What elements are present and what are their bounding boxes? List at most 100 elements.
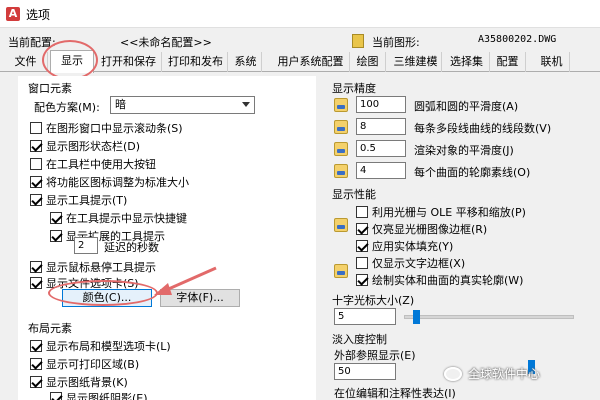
contour-lines-label: 每个曲面的轮廓素线(O) [414, 166, 531, 179]
resolution-icon [334, 120, 348, 134]
checkbox-solid-fill[interactable]: 应用实体填充(Y) [356, 238, 453, 254]
checkbox-box [30, 158, 42, 170]
tab-plot-publish[interactable]: 打印和发布 [164, 52, 228, 72]
current-drawing-label: 当前图形: [372, 36, 420, 49]
checkbox-label: 显示图形状态栏(D) [46, 140, 141, 153]
crosshair-size-input[interactable]: 5 [334, 308, 396, 325]
resolution-icon [334, 98, 348, 112]
checkbox-paper-shadow[interactable]: 显示图纸阴影(E) [50, 390, 148, 400]
render-smoothness-input[interactable]: 0.5 [356, 140, 406, 157]
annotation-ellipse [48, 280, 158, 306]
resolution-icon [334, 142, 348, 156]
watermark: 全球软件中心 [444, 365, 540, 382]
checkbox-raster-ole[interactable]: 利用光栅与 OLE 平移和缩放(P) [356, 204, 526, 220]
fade-control-title: 淡入度控制 [332, 333, 387, 346]
arc-smoothness-input[interactable]: 100 [356, 96, 406, 113]
display-resolution-title: 显示精度 [332, 82, 376, 95]
annotation-arrow-icon [154, 266, 217, 295]
checkbox-label: 显示布局和模型选项卡(L) [46, 340, 171, 353]
checkbox-label: 在工具提示中显示快捷键 [66, 212, 187, 225]
checkbox-text-frame[interactable]: 仅显示文字边框(X) [356, 255, 465, 271]
title-bar: A 选项 [0, 0, 600, 28]
checkbox-label: 利用光栅与 OLE 平移和缩放(P) [372, 206, 526, 219]
checkbox-box [30, 194, 42, 206]
tab-3d-modeling[interactable]: 三维建模 [390, 52, 442, 72]
resolution-icon [334, 164, 348, 178]
checkbox-box [30, 277, 42, 289]
tab-selection[interactable]: 选择集 [444, 52, 490, 72]
checkbox-box [356, 257, 368, 269]
tab-drafting[interactable]: 绘图 [350, 52, 386, 72]
tab-user-preferences[interactable]: 用户系统配置 [272, 52, 350, 72]
checkbox-label: 仅显示文字边框(X) [372, 257, 466, 270]
checkbox-show-status-bar[interactable]: 显示图形状态栏(D) [30, 138, 140, 154]
checkbox-raster-frame[interactable]: 仅亮显光栅图像边框(R) [356, 221, 487, 237]
checkbox-box [30, 122, 42, 134]
checkbox-label: 将功能区图标调整为标准大小 [46, 176, 189, 189]
checkbox-box [50, 230, 62, 242]
checkbox-label: 应用实体填充(Y) [372, 240, 454, 253]
checkbox-rollover-tooltips[interactable]: 显示鼠标悬停工具提示 [30, 259, 156, 275]
xref-display-input[interactable]: 50 [334, 363, 396, 380]
window-title: 选项 [26, 8, 51, 22]
checkbox-label: 仅亮显光栅图像边框(R) [372, 223, 488, 236]
xref-display-label: 外部参照显示(E) [334, 349, 416, 362]
checkbox-show-tooltips[interactable]: 显示工具提示(T) [30, 192, 127, 208]
contour-lines-input[interactable]: 4 [356, 162, 406, 179]
checkbox-box [30, 261, 42, 273]
checkbox-true-silhouettes[interactable]: 绘制实体和曲面的真实轮廓(W) [356, 272, 523, 288]
color-scheme-label: 配色方案(M): [34, 101, 100, 114]
checkbox-box [356, 274, 368, 286]
drawing-file-icon [352, 34, 364, 48]
checkbox-label: 显示鼠标悬停工具提示 [46, 261, 156, 274]
checkbox-box [30, 340, 42, 352]
checkbox-box [356, 240, 368, 252]
performance-icon [334, 264, 348, 278]
polyline-segments-label: 每条多段线曲线的线段数(V) [414, 122, 552, 135]
checkbox-tooltip-shortcuts[interactable]: 在工具提示中显示快捷键 [50, 210, 187, 226]
checkbox-box [30, 176, 42, 188]
tab-profiles[interactable]: 配置 [490, 52, 526, 72]
color-scheme-value: 暗 [115, 98, 126, 111]
app-icon: A [6, 7, 20, 21]
checkbox-label: 显示图纸阴影(E) [66, 392, 148, 400]
current-drawing-value: A35800202.DWG [478, 34, 557, 45]
tooltip-delay-label: 延迟的秒数 [104, 241, 159, 254]
color-scheme-select[interactable]: 暗 [110, 96, 255, 114]
window-elements-title: 窗口元素 [28, 82, 72, 95]
crosshair-slider-thumb[interactable] [412, 310, 420, 324]
checkbox-label: 在图形窗口中显示滚动条(S) [46, 122, 183, 135]
checkbox-box [50, 212, 62, 224]
tooltip-delay-input[interactable]: 2 [74, 237, 98, 254]
annotation-circle [42, 40, 98, 80]
layout-elements-title: 布局元素 [28, 322, 72, 335]
checkbox-paper-background[interactable]: 显示图纸背景(K) [30, 374, 128, 390]
checkbox-label: 在工具栏中使用大按钮 [46, 158, 156, 171]
checkbox-label: 显示工具提示(T) [46, 194, 128, 207]
watermark-logo-icon [444, 366, 462, 381]
current-config-value: <<未命名配置>> [120, 36, 212, 49]
crosshair-slider-track[interactable] [404, 315, 574, 319]
checkbox-box [30, 358, 42, 370]
checkbox-box [356, 206, 368, 218]
checkbox-box [356, 223, 368, 235]
tab-open-save[interactable]: 打开和保存 [96, 52, 162, 72]
checkbox-layout-model-tabs[interactable]: 显示布局和模型选项卡(L) [30, 338, 171, 354]
checkbox-large-buttons[interactable]: 在工具栏中使用大按钮 [30, 156, 156, 172]
checkbox-ribbon-icons-standard[interactable]: 将功能区图标调整为标准大小 [30, 174, 189, 190]
performance-icon [334, 218, 348, 232]
checkbox-show-scrollbars[interactable]: 在图形窗口中显示滚动条(S) [30, 120, 183, 136]
chevron-down-icon [242, 102, 250, 107]
checkbox-printable-area[interactable]: 显示可打印区域(B) [30, 356, 139, 372]
polyline-segments-input[interactable]: 8 [356, 118, 406, 135]
checkbox-box [30, 376, 42, 388]
inplace-edit-label: 在位编辑和注释性表达(I) [334, 387, 456, 400]
watermark-text: 全球软件中心 [468, 367, 541, 381]
checkbox-label: 绘制实体和曲面的真实轮廓(W) [372, 274, 524, 287]
display-performance-title: 显示性能 [332, 188, 376, 201]
tab-online[interactable]: 联机 [534, 52, 570, 72]
crosshair-size-label: 十字光标大小(Z) [332, 294, 415, 307]
arc-smoothness-label: 圆弧和圆的平滑度(A) [414, 100, 519, 113]
render-smoothness-label: 渲染对象的平滑度(J) [414, 144, 514, 157]
tab-system[interactable]: 系统 [230, 52, 262, 72]
